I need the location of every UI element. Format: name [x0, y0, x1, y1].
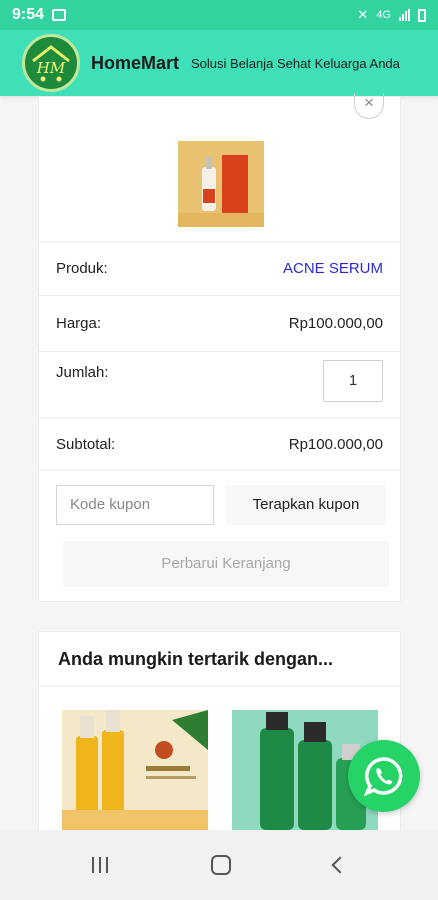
serum-oil-product-image: [62, 710, 208, 830]
image-notification-icon: [52, 9, 67, 21]
update-cart-button[interactable]: Perbarui Keranjang: [63, 541, 389, 587]
apply-coupon-button[interactable]: Terapkan kupon: [226, 485, 386, 525]
whatsapp-chat-button[interactable]: [348, 740, 420, 812]
signal-icon: [399, 9, 410, 21]
serum-bottle-image: [178, 141, 264, 227]
price-value: Rp100.000,00: [288, 315, 383, 332]
quantity-label: Jumlah:: [56, 364, 109, 381]
home-button[interactable]: [210, 855, 231, 875]
tagline: Solusi Belanja Sehat Keluarga Anda: [191, 55, 400, 71]
related-product-1[interactable]: [62, 710, 208, 830]
product-row: Produk: ACNE SERUM: [39, 241, 400, 295]
cart-item-card: × Produk: ACNE SERUM Harga: Rp100.000,00…: [38, 93, 401, 602]
status-bar: 9:54 ✕ 4G: [0, 0, 438, 30]
subtotal-label: Subtotal:: [56, 435, 116, 453]
recent-apps-button[interactable]: [91, 857, 108, 873]
svg-text:HM: HM: [36, 59, 66, 77]
quantity-row: Jumlah: 1: [39, 351, 400, 417]
product-thumbnail[interactable]: [178, 141, 264, 227]
quantity-input[interactable]: 1: [323, 360, 383, 402]
brand-name[interactable]: HomeMart: [91, 53, 179, 74]
back-button[interactable]: [331, 856, 349, 874]
product-label: Produk:: [56, 260, 108, 277]
remove-item-button[interactable]: ×: [354, 93, 384, 119]
battery-icon: [418, 8, 426, 22]
house-cart-icon: HM: [32, 45, 70, 82]
mute-icon: ✕: [357, 7, 369, 22]
subtotal-value: Rp100.000,00: [288, 435, 383, 453]
status-icons: ✕ 4G: [357, 7, 426, 23]
subtotal-row: Subtotal: Rp100.000,00: [39, 417, 400, 471]
related-products-card: Anda mungkin tertarik dengan...: [38, 631, 401, 861]
status-time: 9:54: [12, 6, 45, 23]
homemart-logo[interactable]: HM: [22, 34, 80, 92]
app-header: HM HomeMart Solusi Belanja Sehat Keluarg…: [0, 30, 438, 96]
price-label: Harga:: [56, 315, 102, 332]
coupon-code-input[interactable]: Kode kupon: [56, 485, 214, 525]
network-label: 4G: [376, 9, 391, 21]
price-row: Harga: Rp100.000,00: [39, 295, 400, 351]
related-products-heading: Anda mungkin tertarik dengan...: [39, 632, 400, 687]
system-navigation-bar: [0, 830, 438, 900]
product-name-link[interactable]: ACNE SERUM: [283, 260, 383, 277]
whatsapp-icon: [363, 757, 403, 797]
